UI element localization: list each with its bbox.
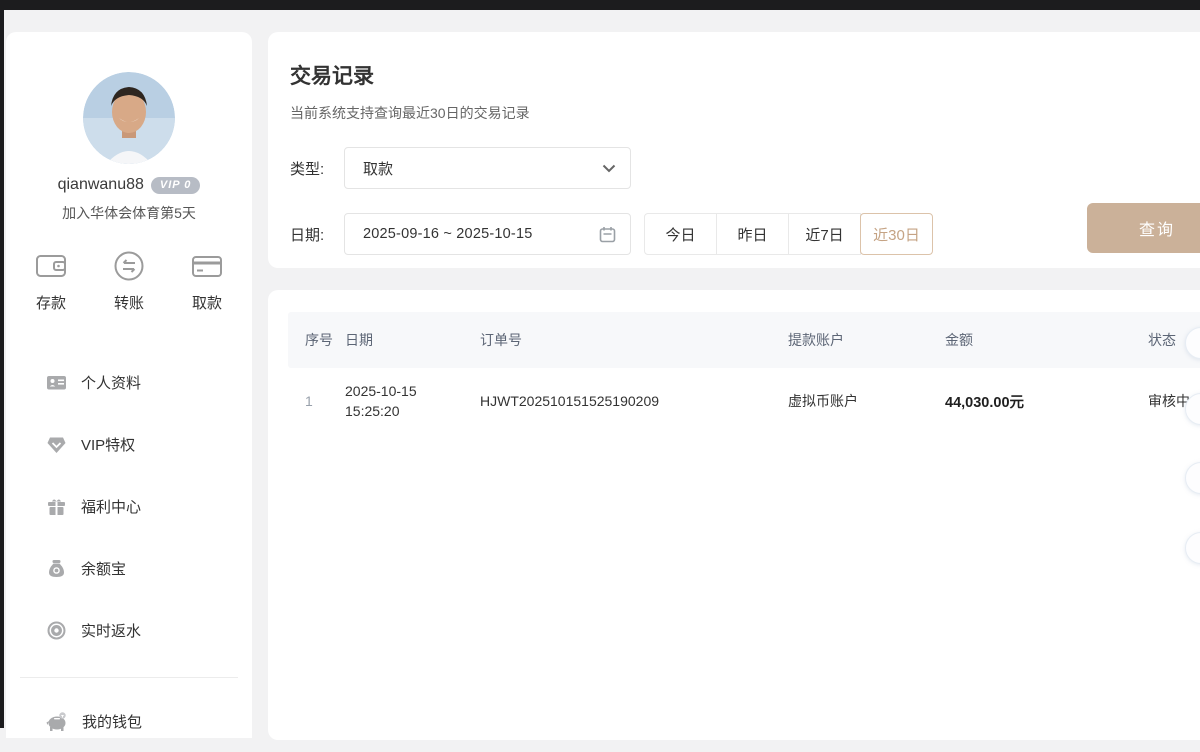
sidebar-item-benefits[interactable]: 福利中心 (6, 475, 252, 537)
piggy-bank-icon (46, 710, 68, 732)
search-button[interactable]: 查询 (1087, 203, 1200, 253)
cell-account: 虚拟币账户 (788, 391, 945, 411)
sidebar-item-vip[interactable]: VIP特权 (6, 413, 252, 475)
header-index: 序号 (288, 330, 345, 350)
cell-index: 1 (288, 393, 345, 409)
username: qianwanu88 (58, 176, 144, 194)
sidebar-item-label: 实时返水 (81, 620, 141, 641)
profile-sidebar: qianwanu88 VIP 0 加入华体会体育第5天 存款 转账 (6, 32, 252, 738)
top-window-edge (0, 0, 1200, 10)
vip-gem-icon (46, 434, 67, 455)
withdraw-button[interactable]: 取款 (190, 249, 224, 313)
sidebar-item-rebate[interactable]: 实时返水 (6, 599, 252, 661)
money-pouch-icon (46, 558, 67, 579)
table-row: 1 2025-10-15 15:25:20 HJWT20251015152519… (288, 368, 1200, 434)
range-yesterday-button[interactable]: 昨日 (716, 213, 789, 255)
chevron-down-icon (602, 164, 616, 173)
page-subtitle: 当前系统支持查询最近30日的交易记录 (290, 103, 1200, 123)
cell-date: 2025-10-15 15:25:20 (345, 381, 480, 421)
type-select-value: 取款 (363, 158, 393, 179)
quick-actions: 存款 转账 取款 (6, 249, 252, 313)
sidebar-item-label: VIP特权 (81, 434, 135, 455)
sidebar-item-profile[interactable]: 个人资料 (6, 351, 252, 413)
sidebar-item-label: 我的钱包 (82, 711, 142, 732)
sidebar-item-wallet[interactable]: 我的钱包 (6, 690, 252, 752)
range-7days-button[interactable]: 近7日 (788, 213, 861, 255)
sidebar-item-label: 个人资料 (81, 372, 141, 393)
transfer-label: 转账 (114, 292, 144, 313)
date-row: 日期: 2025-09-16 ~ 2025-10-15 今日 昨日 近7日 近3… (290, 213, 1200, 255)
type-label: 类型: (290, 158, 334, 179)
cell-amount: 44,030.00元 (945, 391, 1148, 412)
type-row: 类型: 取款 (290, 147, 1200, 189)
sidebar-menu: 个人资料 VIP特权 福利中心 (6, 351, 252, 752)
range-today-button[interactable]: 今日 (644, 213, 717, 255)
join-days-text: 加入华体会体育第5天 (6, 203, 252, 223)
date-label: 日期: (290, 224, 334, 245)
sidebar-item-yuebao[interactable]: 余额宝 (6, 537, 252, 599)
id-card-icon (46, 372, 67, 393)
left-window-edge (0, 10, 4, 728)
transfer-icon (112, 249, 146, 283)
avatar (83, 72, 175, 164)
deposit-label: 存款 (36, 292, 66, 313)
wallet-icon (34, 249, 68, 283)
sidebar-item-label: 余额宝 (81, 558, 126, 579)
type-select[interactable]: 取款 (344, 147, 631, 189)
header-amount: 金额 (945, 330, 1148, 350)
transaction-table-panel: 序号 日期 订单号 提款账户 金额 状态 1 2025-10-15 15:25:… (268, 290, 1200, 740)
gift-icon (46, 496, 67, 517)
range-30days-button[interactable]: 近30日 (860, 213, 933, 255)
page-title: 交易记录 (290, 32, 1200, 90)
vip-level-badge: VIP 0 (151, 177, 201, 194)
cell-order-no: HJWT202510151525190209 (480, 393, 788, 409)
withdraw-label: 取款 (192, 292, 222, 313)
header-order-no: 订单号 (480, 330, 788, 350)
date-range-value: 2025-09-16 ~ 2025-10-15 (363, 226, 532, 242)
transaction-filter-panel: 交易记录 当前系统支持查询最近30日的交易记录 类型: 取款 日期: 2025-… (268, 32, 1200, 268)
quick-range-group: 今日 昨日 近7日 近30日 (644, 213, 933, 255)
bank-card-icon (190, 249, 224, 283)
header-account: 提款账户 (788, 330, 945, 350)
coin-icon (46, 620, 67, 641)
calendar-icon (599, 226, 616, 243)
sidebar-item-label: 福利中心 (81, 496, 141, 517)
table-header: 序号 日期 订单号 提款账户 金额 状态 (288, 312, 1200, 368)
cell-date-line2: 15:25:20 (345, 401, 480, 421)
date-range-input[interactable]: 2025-09-16 ~ 2025-10-15 (344, 213, 631, 255)
sidebar-divider (20, 677, 238, 678)
transfer-button[interactable]: 转账 (112, 249, 146, 313)
header-date: 日期 (345, 330, 480, 350)
cell-date-line1: 2025-10-15 (345, 381, 480, 401)
deposit-button[interactable]: 存款 (34, 249, 68, 313)
